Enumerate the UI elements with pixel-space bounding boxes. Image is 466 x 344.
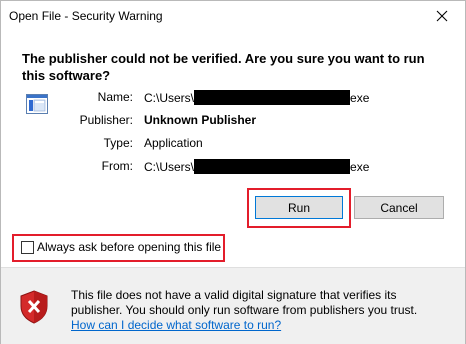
- cancel-button[interactable]: Cancel: [354, 196, 444, 219]
- close-button[interactable]: [419, 1, 465, 31]
- window-title: Open File - Security Warning: [9, 9, 163, 23]
- run-button[interactable]: Run: [255, 196, 343, 219]
- warning-line-1: This file does not have a valid digital …: [71, 288, 397, 302]
- publisher-value: Unknown Publisher: [144, 113, 257, 127]
- name-label: Name:: [97, 90, 133, 104]
- type-label: Type:: [103, 136, 133, 150]
- security-warning-dialog: Open File - Security Warning The publish…: [0, 0, 466, 344]
- title-bar[interactable]: Open File - Security Warning: [1, 1, 465, 32]
- help-link[interactable]: How can I decide what software to run?: [71, 318, 281, 332]
- warning-footer: This file does not have a valid digital …: [1, 267, 465, 344]
- close-icon: [436, 10, 448, 22]
- from-extension: exe: [350, 160, 370, 174]
- warning-line-2: publisher. You should only run software …: [71, 303, 418, 317]
- always-ask-label[interactable]: Always ask before opening this file: [37, 240, 221, 254]
- name-value: C:\Users\ exe: [144, 90, 369, 105]
- name-extension: exe: [350, 91, 370, 105]
- type-value: Application: [144, 136, 203, 150]
- warning-headline: The publisher could not be verified. Are…: [22, 51, 425, 83]
- from-value: C:\Users\ exe: [144, 159, 369, 174]
- from-path-prefix: C:\Users\: [144, 160, 195, 174]
- always-ask-checkbox[interactable]: [21, 241, 34, 254]
- redaction-bar: [194, 90, 351, 105]
- name-path-prefix: C:\Users\: [144, 91, 195, 105]
- from-label: From:: [101, 159, 133, 173]
- redaction-bar: [194, 159, 351, 174]
- warning-text: This file does not have a valid digital …: [71, 288, 451, 333]
- publisher-label: Publisher:: [79, 113, 133, 127]
- security-shield-error-icon: [20, 290, 48, 324]
